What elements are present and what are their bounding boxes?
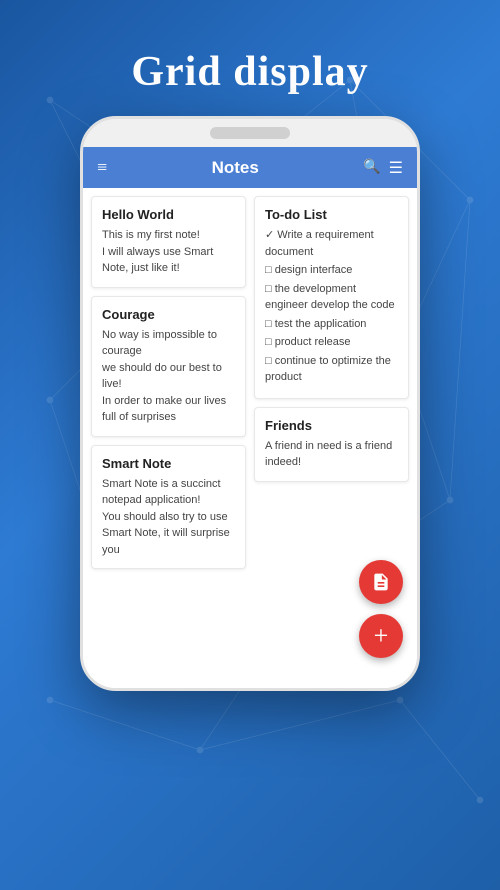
- fab-note-button[interactable]: [359, 560, 403, 604]
- note-card-friends[interactable]: Friends A friend in need is a friend ind…: [254, 407, 409, 482]
- note-card-smart-note[interactable]: Smart Note Smart Note is a succinct note…: [91, 445, 246, 570]
- app-bar: ≡ Notes 🔍 ☰: [83, 147, 417, 188]
- check-item: □ product release: [265, 334, 398, 351]
- phone-mockup: ≡ Notes 🔍 ☰ Hello World This is my first…: [0, 116, 500, 691]
- filter-icon[interactable]: ☰: [389, 158, 403, 178]
- note-body: Smart Note is a succinct notepad applica…: [102, 476, 235, 559]
- note-body: ✓ Write a requirement document □ design …: [265, 227, 398, 386]
- notch-bar: [210, 127, 290, 139]
- fab-add-button[interactable]: +: [359, 614, 403, 658]
- fab-container: +: [359, 560, 403, 658]
- check-item: □ the development engineer develop the c…: [265, 281, 398, 314]
- search-icon[interactable]: 🔍: [363, 159, 380, 176]
- phone-notch: [83, 119, 417, 147]
- note-body: A friend in need is a friend indeed!: [265, 438, 398, 471]
- app-bar-title: Notes: [107, 158, 363, 178]
- phone-screen: ≡ Notes 🔍 ☰ Hello World This is my first…: [83, 147, 417, 688]
- note-title: To-do List: [265, 207, 398, 222]
- note-card-hello-world[interactable]: Hello World This is my first note!I will…: [91, 196, 246, 288]
- note-icon: [371, 572, 391, 592]
- check-item: □ design interface: [265, 262, 398, 279]
- page-title: Grid display: [0, 0, 500, 116]
- check-item: □ continue to optimize the product: [265, 353, 398, 386]
- note-title: Hello World: [102, 207, 235, 222]
- phone-frame: ≡ Notes 🔍 ☰ Hello World This is my first…: [80, 116, 420, 691]
- note-title: Smart Note: [102, 456, 235, 471]
- menu-icon[interactable]: ≡: [97, 157, 107, 178]
- note-card-todo[interactable]: To-do List ✓ Write a requirement documen…: [254, 196, 409, 399]
- check-item: □ test the application: [265, 316, 398, 333]
- check-item: ✓ Write a requirement document: [265, 227, 398, 260]
- note-title: Friends: [265, 418, 398, 433]
- note-title: Courage: [102, 307, 235, 322]
- note-card-courage[interactable]: Courage No way is impossible to couragew…: [91, 296, 246, 437]
- note-body: This is my first note!I will always use …: [102, 227, 235, 277]
- note-body: No way is impossible to couragewe should…: [102, 327, 235, 426]
